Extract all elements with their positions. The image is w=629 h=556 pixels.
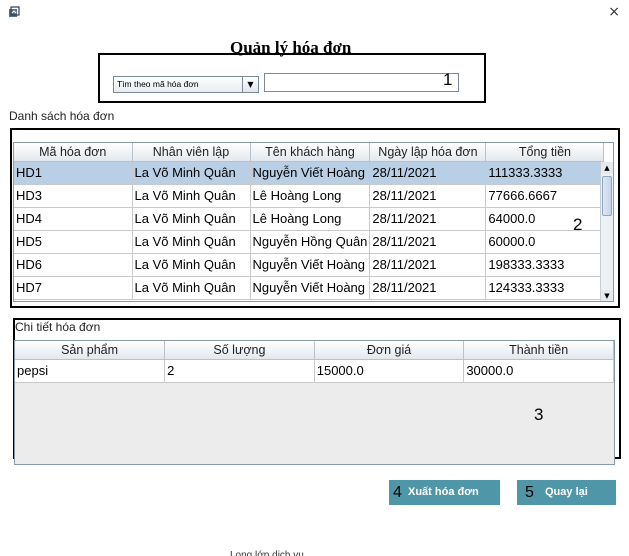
invoice-table-cell[interactable]: HD4: [14, 207, 133, 231]
search-mode-selected: Tìm theo mã hóa đơn: [117, 79, 199, 89]
invoice-table-cell[interactable]: HD3: [14, 184, 133, 208]
invoice-table-cell[interactable]: 28/11/2021: [369, 253, 487, 277]
clipped-footer-text: Long lớp dịch vụ: [230, 550, 304, 556]
invoice-table-cell[interactable]: Nguyễn Viết Hoàng: [250, 161, 371, 185]
invoice-list-label: Danh sách hóa đơn: [9, 109, 115, 123]
invoice-table-cell[interactable]: Lê Hoàng Long: [250, 207, 371, 231]
scrollbar-thumb[interactable]: [602, 176, 612, 216]
invoice-table-cell[interactable]: 28/11/2021: [369, 207, 487, 231]
invoice-table-cell[interactable]: HD5: [14, 230, 133, 254]
invoice-table-cell[interactable]: 28/11/2021: [369, 184, 487, 208]
invoice-table-row[interactable]: HD1 La Võ Minh Quân Nguyễn Viết Hoàng 28/11…: [14, 161, 605, 185]
invoice-table-cell[interactable]: Nguyễn Viết Hoàng: [250, 253, 371, 277]
invoice-detail-table: Sản phẩm Số lượng Đơn giá Thành tiền pepsi 2…: [14, 340, 615, 465]
invoice-column-header[interactable]: Tên khách hàng: [250, 143, 371, 162]
invoice-table-cell[interactable]: HD7: [14, 276, 133, 300]
invoice-table-cell[interactable]: La Võ Minh Quân: [132, 161, 251, 185]
invoice-table-cell[interactable]: HD1: [14, 161, 133, 185]
annotation-marker-1: 1: [443, 70, 453, 89]
annotation-marker-3: 3: [534, 405, 544, 424]
invoice-table-cell[interactable]: La Võ Minh Quân: [132, 276, 251, 300]
invoice-column-header[interactable]: Nhân viên lập: [132, 143, 251, 162]
detail-table-cell[interactable]: 2: [164, 359, 315, 383]
export-invoice-button[interactable]: 4 Xuất hóa đơn: [389, 480, 500, 505]
search-mode-dropdown[interactable]: Tìm theo mã hóa đơn ▼: [113, 76, 259, 93]
detail-table-cell[interactable]: 30000.0: [463, 359, 614, 383]
detail-table-cell[interactable]: 15000.0: [314, 359, 465, 383]
invoice-table: Mã hóa đơn Nhân viên lập Tên khách hàng Ngà…: [13, 142, 614, 302]
invoice-table-cell[interactable]: 28/11/2021: [369, 276, 487, 300]
annotation-marker-2: 2: [573, 215, 583, 234]
java-app-icon: [9, 6, 20, 17]
invoice-table-cell[interactable]: 124333.3333: [485, 276, 605, 300]
invoice-table-cell[interactable]: Nguyễn Viết Hoàng: [250, 276, 371, 300]
invoice-table-row[interactable]: HD3 La Võ Minh Quân Lê Hoàng Long 28/11/202…: [14, 184, 605, 208]
invoice-table-row[interactable]: HD5 La Võ Minh Quân Nguyễn Hồng Quân 28/11/…: [14, 230, 605, 254]
invoice-table-cell[interactable]: 60000.0: [485, 230, 605, 254]
scroll-up-icon[interactable]: ▲: [601, 162, 613, 174]
detail-table-row[interactable]: pepsi 2 15000.0 30000.0: [15, 359, 614, 383]
search-input[interactable]: [264, 73, 459, 92]
invoice-table-cell[interactable]: 77666.6667: [485, 184, 605, 208]
back-label: Quay lại: [545, 486, 588, 498]
invoice-table-cell[interactable]: 198333.3333: [485, 253, 605, 277]
invoice-table-cell[interactable]: La Võ Minh Quân: [132, 253, 251, 277]
invoice-table-cell[interactable]: 28/11/2021: [369, 230, 487, 254]
invoice-table-cell[interactable]: Lê Hoàng Long: [250, 184, 371, 208]
invoice-column-header[interactable]: Ngày lập hóa đơn: [369, 143, 487, 162]
invoice-table-cell[interactable]: 111333.3333: [485, 161, 605, 185]
export-invoice-label: Xuất hóa đơn: [408, 486, 479, 498]
invoice-column-header[interactable]: Mã hóa đơn: [14, 143, 133, 162]
annotation-marker-5: 5: [525, 484, 534, 501]
detail-column-header[interactable]: Đơn giá: [314, 341, 465, 360]
chevron-down-icon[interactable]: ▼: [242, 77, 258, 92]
detail-column-header[interactable]: Thành tiền: [463, 341, 614, 360]
detail-column-header[interactable]: Sản phẩm: [15, 341, 166, 360]
close-icon[interactable]: ×: [608, 5, 620, 19]
detail-table-cell[interactable]: pepsi: [15, 359, 166, 383]
invoice-table-row[interactable]: HD4 La Võ Minh Quân Lê Hoàng Long 28/11/202…: [14, 207, 605, 231]
invoice-table-cell[interactable]: La Võ Minh Quân: [132, 184, 251, 208]
invoice-column-header[interactable]: Tổng tiền: [485, 143, 605, 162]
detail-column-header[interactable]: Số lượng: [164, 341, 315, 360]
scroll-down-icon[interactable]: ▼: [601, 290, 613, 301]
invoice-table-cell[interactable]: Nguyễn Hồng Quân: [250, 230, 371, 254]
invoice-table-scrollbar[interactable]: ▲ ▼: [600, 162, 613, 301]
invoice-table-row[interactable]: HD7 La Võ Minh Quân Nguyễn Viết Hoàng 28/11…: [14, 276, 605, 300]
annotation-marker-4: 4: [393, 484, 402, 501]
invoice-table-cell[interactable]: 28/11/2021: [369, 161, 487, 185]
invoice-table-cell[interactable]: HD6: [14, 253, 133, 277]
invoice-table-cell[interactable]: La Võ Minh Quân: [132, 230, 251, 254]
invoice-table-row[interactable]: HD6 La Võ Minh Quân Nguyễn Viết Hoàng 28/11…: [14, 253, 605, 277]
invoice-table-cell[interactable]: La Võ Minh Quân: [132, 207, 251, 231]
back-button[interactable]: 5 Quay lại: [517, 480, 616, 505]
invoice-table-cell[interactable]: 64000.0: [485, 207, 605, 231]
